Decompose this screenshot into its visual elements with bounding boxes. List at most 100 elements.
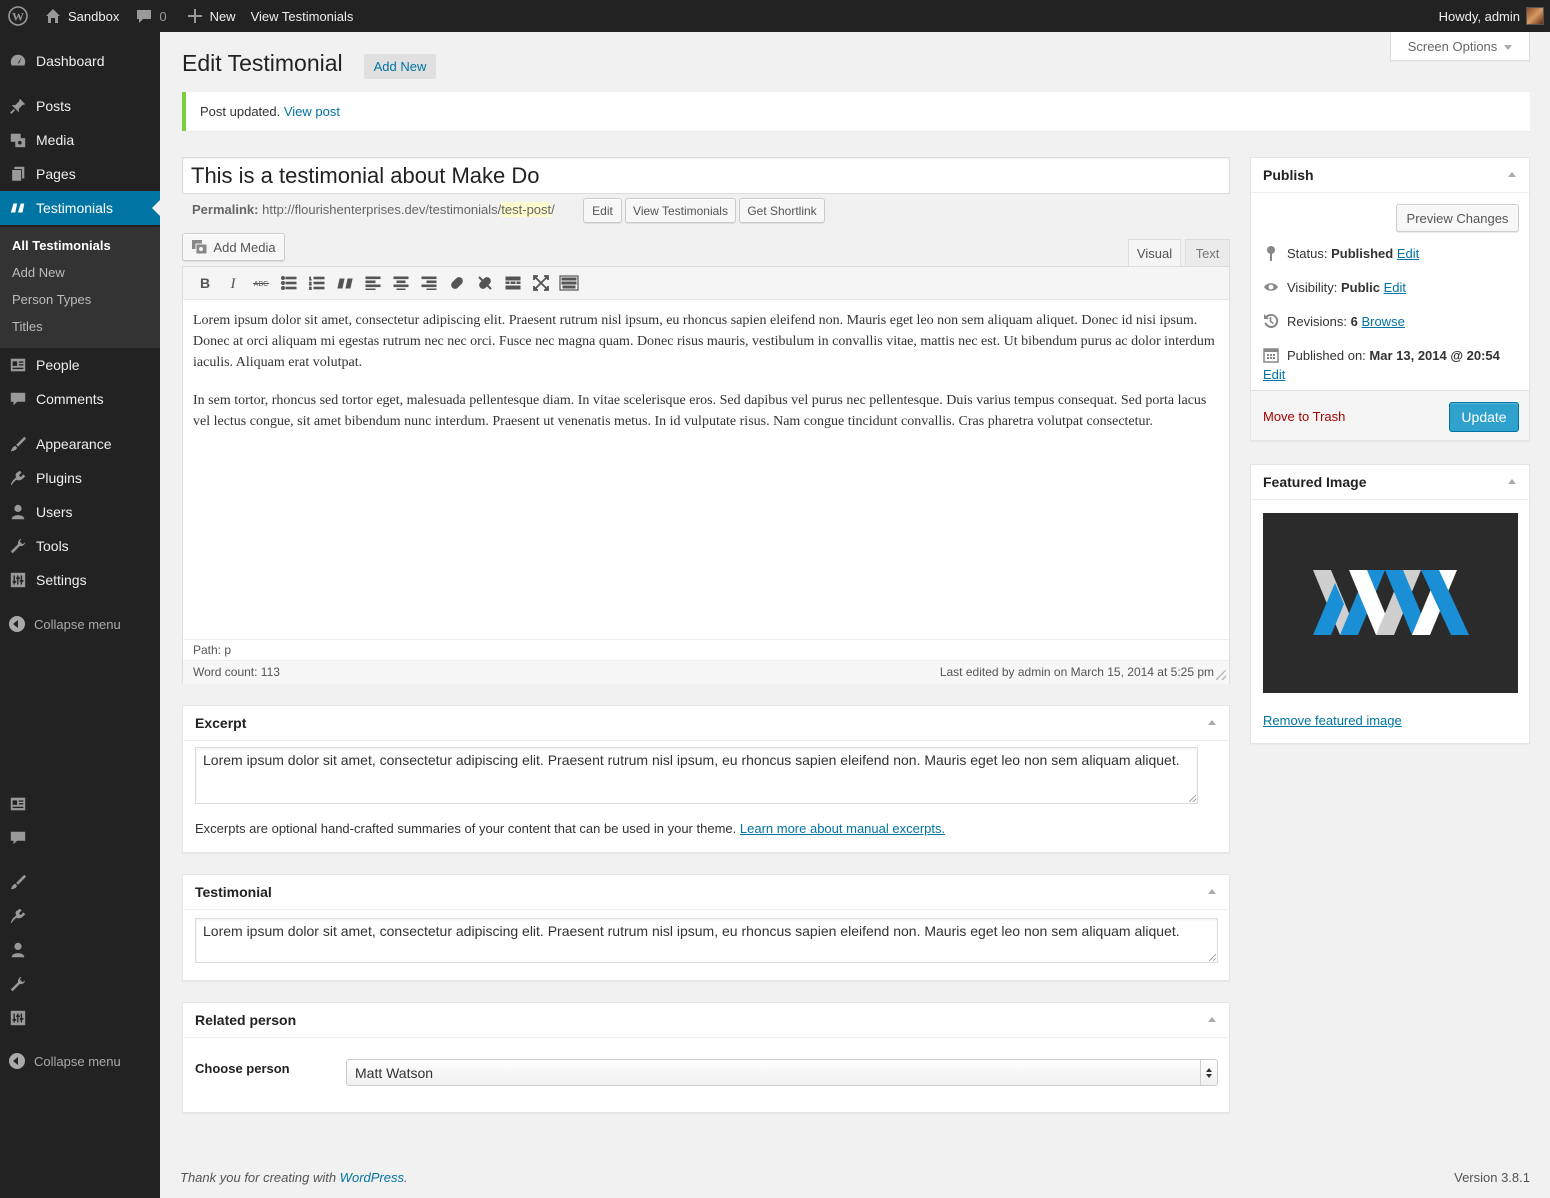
wrench-icon[interactable] xyxy=(9,975,27,993)
insert-link-icon[interactable] xyxy=(446,272,468,294)
unlink-icon[interactable] xyxy=(474,272,496,294)
testimonial-header[interactable]: Testimonial xyxy=(183,875,1229,910)
tab-text[interactable]: Text xyxy=(1185,239,1230,267)
new-content-link[interactable]: New xyxy=(174,0,243,32)
collapse-menu-button-secondary[interactable]: Collapse menu xyxy=(9,1053,121,1069)
visibility-row: Visibility: Public Edit xyxy=(1263,279,1406,295)
sidebar-item-tools[interactable]: Tools xyxy=(0,529,160,563)
post-title-input[interactable]: This is a testimonial about Make Do xyxy=(182,157,1230,194)
collapse-menu-button[interactable]: Collapse menu xyxy=(9,616,121,632)
collapse-toggle-icon[interactable] xyxy=(1208,720,1216,725)
footer-version: Version 3.8.1 xyxy=(1454,1170,1530,1185)
id-card-icon[interactable] xyxy=(9,795,27,813)
sidebar-item-posts[interactable]: Posts xyxy=(0,89,160,123)
plug-icon[interactable] xyxy=(9,907,27,925)
edit-status-link[interactable]: Edit xyxy=(1397,246,1419,261)
related-person-header[interactable]: Related person xyxy=(183,1003,1229,1038)
sidebar-item-media[interactable]: Media xyxy=(0,123,160,157)
featured-image-thumbnail[interactable] xyxy=(1263,513,1518,693)
sidebar-item-comments[interactable]: Comments xyxy=(0,382,160,416)
excerpt-header[interactable]: Excerpt xyxy=(183,706,1229,741)
sidebar-item-people[interactable]: People xyxy=(0,348,160,382)
update-button[interactable]: Update xyxy=(1449,402,1519,432)
pin-icon xyxy=(1267,246,1275,261)
edit-visibility-link[interactable]: Edit xyxy=(1384,280,1406,295)
featured-image-title: Featured Image xyxy=(1263,474,1367,490)
permalink-label: Permalink: xyxy=(192,202,259,217)
get-shortlink-button[interactable]: Get Shortlink xyxy=(739,198,825,223)
user-icon[interactable] xyxy=(9,941,27,959)
collapse-toggle-icon[interactable] xyxy=(1508,479,1516,484)
related-person-box: Related person Choose person Matt Watson xyxy=(182,1002,1230,1113)
editor-content[interactable]: Lorem ipsum dolor sit amet, consectetur … xyxy=(193,310,1217,432)
published-label: Published on: xyxy=(1287,347,1366,363)
strikethrough-button[interactable]: ABC xyxy=(250,272,272,294)
my-account-link[interactable]: Howdy, admin xyxy=(1432,0,1550,32)
sidebar-item-pages[interactable]: Pages xyxy=(0,157,160,191)
edit-date-link[interactable]: Edit xyxy=(1263,367,1285,382)
wordpress-logo-icon[interactable]: W xyxy=(0,0,35,32)
view-post-link[interactable]: View post xyxy=(284,104,340,119)
sidebar-item-plugins[interactable]: Plugins xyxy=(0,461,160,495)
choose-person-select[interactable]: Matt Watson xyxy=(346,1059,1218,1086)
collapse-toggle-icon[interactable] xyxy=(1508,172,1516,177)
paintbrush-icon xyxy=(0,435,36,453)
bullet-list-button[interactable] xyxy=(278,272,300,294)
screen-options-button[interactable]: Screen Options xyxy=(1390,32,1530,61)
view-testimonials-link[interactable]: View Testimonials xyxy=(243,0,361,32)
publish-box: Publish Preview Changes Status: Publishe… xyxy=(1250,157,1530,441)
submenu-add-new[interactable]: Add New xyxy=(12,265,65,280)
add-new-button[interactable]: Add New xyxy=(364,54,436,79)
browse-revisions-link[interactable]: Browse xyxy=(1361,314,1404,329)
excerpt-learn-more-link[interactable]: Learn more about manual excerpts. xyxy=(740,821,945,836)
bold-button[interactable]: B xyxy=(194,272,216,294)
sidebar-item-appearance[interactable]: Appearance xyxy=(0,427,160,461)
toolbar-toggle-icon[interactable] xyxy=(558,272,580,294)
wordpress-link[interactable]: WordPress xyxy=(340,1170,404,1185)
featured-image-header[interactable]: Featured Image xyxy=(1251,465,1529,500)
excerpt-textarea[interactable]: Lorem ipsum dolor sit amet, consectetur … xyxy=(195,747,1198,804)
numbered-list-button[interactable]: 123 xyxy=(306,272,328,294)
blockquote-button[interactable] xyxy=(334,272,356,294)
permalink-base: http://flourishenterprises.dev/testimoni… xyxy=(262,202,502,217)
permalink-slug[interactable]: test-post xyxy=(501,202,552,217)
sliders-icon xyxy=(0,571,36,589)
paintbrush-icon[interactable] xyxy=(9,873,27,891)
excerpt-help: Excerpts are optional hand-crafted summa… xyxy=(195,821,945,836)
submenu-person-types[interactable]: Person Types xyxy=(12,292,91,307)
sidebar-item-users[interactable]: Users xyxy=(0,495,160,529)
align-right-button[interactable] xyxy=(418,272,440,294)
fullscreen-icon[interactable] xyxy=(530,272,552,294)
insert-more-button[interactable] xyxy=(502,272,524,294)
preview-changes-button[interactable]: Preview Changes xyxy=(1396,204,1519,232)
last-edited: Last edited by admin on March 15, 2014 a… xyxy=(939,665,1214,679)
svg-text:I: I xyxy=(230,276,237,290)
tab-visual[interactable]: Visual xyxy=(1128,239,1181,267)
pushpin-icon xyxy=(0,97,36,115)
sidebar-item-testimonials[interactable]: Testimonials xyxy=(0,191,160,225)
sliders-icon[interactable] xyxy=(9,1009,27,1027)
collapse-toggle-icon[interactable] xyxy=(1208,889,1216,894)
site-name-link[interactable]: Sandbox xyxy=(35,0,126,32)
italic-button[interactable]: I xyxy=(222,272,244,294)
align-left-button[interactable] xyxy=(362,272,384,294)
comment-icon[interactable] xyxy=(9,829,27,847)
visibility-label: Visibility: xyxy=(1287,279,1338,295)
view-testimonials-button[interactable]: View Testimonials xyxy=(625,198,736,223)
sidebar-item-settings[interactable]: Settings xyxy=(0,563,160,597)
submenu-titles[interactable]: Titles xyxy=(12,319,43,334)
resize-handle-icon[interactable] xyxy=(1216,670,1226,680)
sidebar-item-label: Media xyxy=(36,132,75,148)
publish-header[interactable]: Publish xyxy=(1251,158,1529,193)
testimonial-textarea[interactable]: Lorem ipsum dolor sit amet, consectetur … xyxy=(195,918,1218,963)
submenu-all-testimonials[interactable]: All Testimonials xyxy=(12,238,111,253)
comments-link[interactable]: 0 xyxy=(126,0,173,32)
move-to-trash-link[interactable]: Move to Trash xyxy=(1263,409,1345,424)
collapse-toggle-icon[interactable] xyxy=(1208,1017,1216,1022)
status-label: Status: xyxy=(1287,245,1328,261)
remove-featured-image-link[interactable]: Remove featured image xyxy=(1263,713,1402,728)
edit-permalink-button[interactable]: Edit xyxy=(583,198,622,223)
sidebar-item-dashboard[interactable]: Dashboard xyxy=(0,44,160,78)
align-center-button[interactable] xyxy=(390,272,412,294)
add-media-button[interactable]: Add Media xyxy=(182,233,285,261)
